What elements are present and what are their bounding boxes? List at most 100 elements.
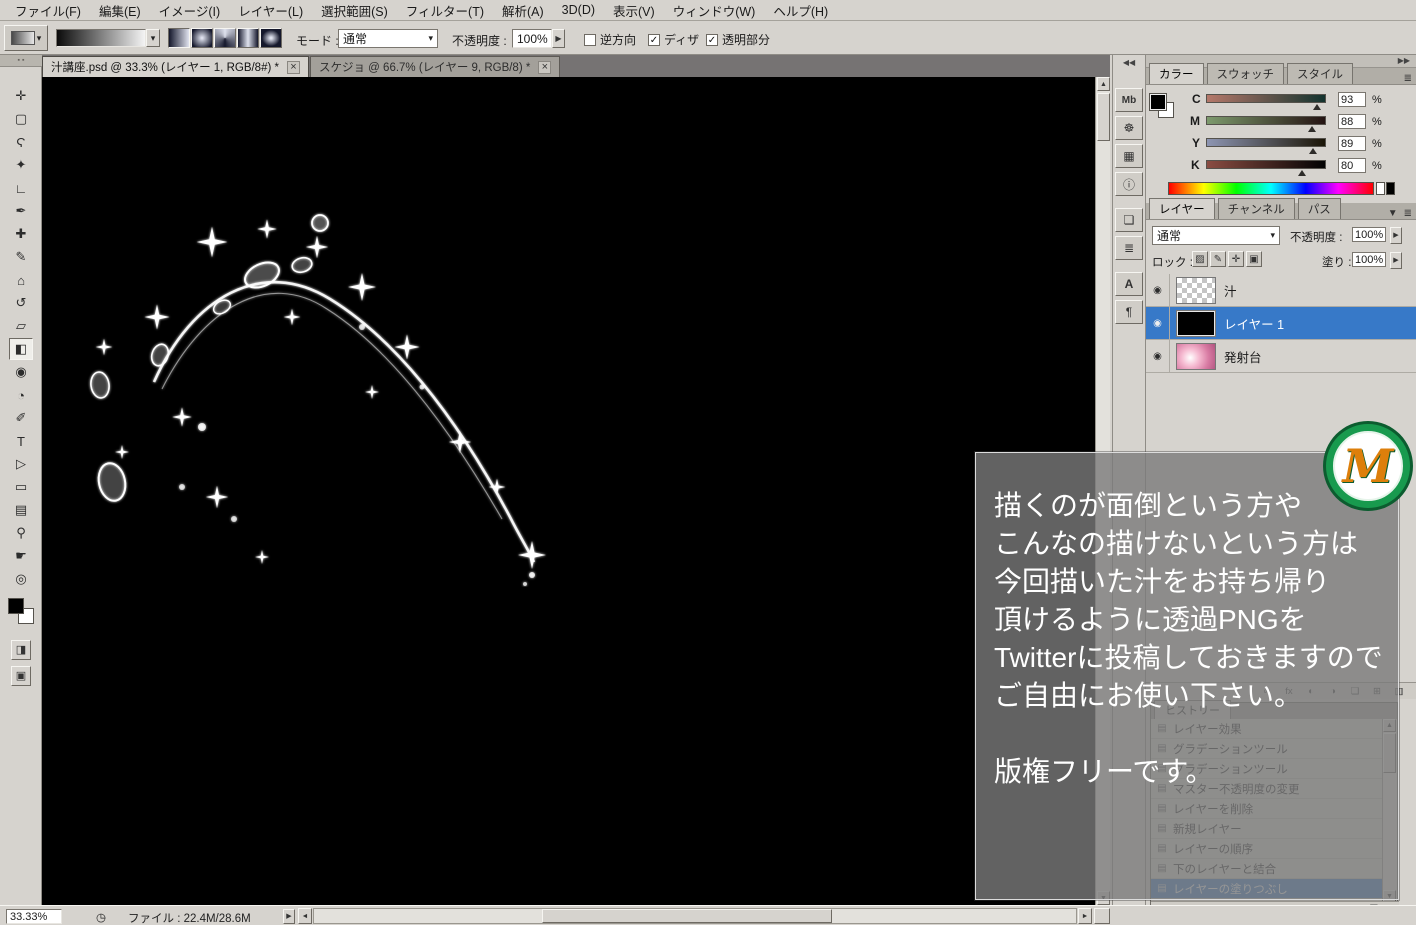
gradient-picker-arrow[interactable]: ▾ [146, 29, 160, 47]
path-selection-tool[interactable]: ▷ [9, 453, 33, 475]
mode-select[interactable]: 通常 ▾ [338, 29, 438, 48]
menu-layer[interactable]: レイヤー(L) [229, 0, 312, 22]
hand-tool[interactable]: ☛ [9, 545, 33, 567]
tab-paths[interactable]: パス [1298, 198, 1341, 219]
gradient-tool[interactable]: ◧ [9, 338, 33, 360]
zoom-level-field[interactable]: 33.33% [6, 909, 62, 924]
character-panel-button[interactable]: A [1115, 272, 1143, 296]
zoom-tool[interactable]: ⚲ [9, 522, 33, 544]
dodge-tool[interactable]: ◔ [9, 384, 33, 406]
black-slider-track[interactable] [1206, 160, 1326, 169]
layer-row-shiru[interactable]: ◉ 汁 [1146, 274, 1416, 307]
gradient-linear-button[interactable] [168, 28, 190, 48]
panel-menu-icon[interactable]: ≣ [1404, 73, 1412, 84]
scroll-left-button[interactable]: ◄ [298, 908, 312, 924]
layer-row-layer1[interactable]: ◉ レイヤー 1 [1146, 307, 1416, 340]
collapse-dock-button[interactable]: ▶▶ [1398, 56, 1410, 65]
layer-row-hasshadai[interactable]: ◉ 発射台 [1146, 340, 1416, 373]
magenta-value-field[interactable]: 88 [1338, 114, 1366, 129]
mini-bridge-button[interactable]: Mb [1115, 88, 1143, 112]
tab-styles[interactable]: スタイル [1287, 63, 1353, 84]
clone-stamp-tool[interactable]: ⌂ [9, 269, 33, 291]
spectrum-white-swatch[interactable] [1376, 182, 1385, 195]
blur-tool[interactable]: ◉ [9, 361, 33, 383]
layer-thumbnail[interactable] [1176, 277, 1216, 304]
reverse-checkbox[interactable] [584, 34, 596, 46]
note-tool[interactable]: ▤ [9, 499, 33, 521]
crop-tool[interactable]: ∟ [9, 177, 33, 199]
layer-comps-button[interactable]: ≣ [1115, 236, 1143, 260]
eraser-tool[interactable]: ▱ [9, 315, 33, 337]
tab-swatches[interactable]: スウォッチ [1207, 63, 1285, 84]
pen-tool[interactable]: ✐ [9, 407, 33, 429]
opacity-value-field[interactable]: 100% [512, 29, 552, 48]
vertical-scroll-thumb[interactable] [1097, 93, 1110, 141]
quick-mask-button[interactable]: ◨ [11, 640, 31, 660]
status-menu-arrow[interactable]: ▶ [283, 909, 295, 924]
healing-brush-tool[interactable]: ✚ [9, 223, 33, 245]
gradient-radial-button[interactable] [191, 28, 213, 48]
transparency-checkbox[interactable]: ✓ [706, 34, 718, 46]
info-button[interactable]: ⓘ [1115, 172, 1143, 196]
history-brush-tool[interactable]: ↺ [9, 292, 33, 314]
visibility-toggle[interactable]: ◉ [1146, 274, 1170, 307]
lock-transparency-button[interactable]: ▨ [1192, 251, 1208, 267]
menu-help[interactable]: ヘルプ(H) [764, 0, 837, 22]
fill-spinner[interactable]: ▶ [1390, 252, 1402, 269]
panel-minimize-icon[interactable]: ▼ [1388, 208, 1398, 219]
lock-pixels-button[interactable]: ✎ [1210, 251, 1226, 267]
opacity-spinner[interactable]: ▶ [552, 29, 565, 48]
tab-layers[interactable]: レイヤー [1149, 198, 1215, 219]
layer-thumbnail[interactable] [1176, 343, 1216, 370]
expand-dock-button[interactable]: ◀◀ [1114, 58, 1144, 70]
menu-edit[interactable]: 編集(E) [90, 0, 150, 22]
blend-mode-select[interactable]: 通常 ▾ [1152, 226, 1280, 245]
menu-select[interactable]: 選択範囲(S) [312, 0, 397, 22]
tab-channels[interactable]: チャンネル [1218, 198, 1295, 219]
menu-analysis[interactable]: 解析(A) [493, 0, 553, 22]
toolbar-grip[interactable]: ▪ ▪ [0, 55, 42, 67]
close-icon[interactable]: × [287, 61, 300, 74]
visibility-toggle[interactable]: ◉ [1146, 340, 1170, 373]
tab-color[interactable]: カラー [1149, 63, 1204, 84]
quick-selection-tool[interactable]: ✦ [9, 154, 33, 176]
scroll-right-button[interactable]: ► [1078, 908, 1092, 924]
reverse-checkbox-row[interactable]: 逆方向 [584, 31, 636, 48]
panel-menu-icon[interactable]: ≣ [1404, 208, 1412, 219]
document-canvas[interactable] [42, 77, 1095, 905]
gradient-angle-button[interactable] [214, 28, 236, 48]
marquee-tool[interactable]: ▢ [9, 108, 33, 130]
magenta-slider-track[interactable] [1206, 116, 1326, 125]
horizontal-scroll-thumb[interactable] [542, 909, 832, 923]
black-value-field[interactable]: 80 [1338, 158, 1366, 173]
fill-value-field[interactable]: 100% [1352, 252, 1386, 267]
rotate-view-tool[interactable]: ◎ [9, 568, 33, 590]
black-slider-handle[interactable] [1298, 170, 1306, 176]
menu-window[interactable]: ウィンドウ(W) [664, 0, 765, 22]
foreground-color-swatch[interactable] [8, 598, 24, 614]
lock-position-button[interactable]: ✛ [1228, 251, 1244, 267]
brush-tool[interactable]: ✎ [9, 246, 33, 268]
canvas-horizontal-scrollbar[interactable] [313, 908, 1077, 924]
tool-preset-picker[interactable]: ▾ [4, 25, 48, 51]
layers-opacity-spinner[interactable]: ▶ [1390, 227, 1402, 244]
eyedropper-tool[interactable]: ✒ [9, 200, 33, 222]
yellow-slider-handle[interactable] [1309, 148, 1317, 154]
paragraph-panel-button[interactable]: ¶ [1115, 300, 1143, 324]
dither-checkbox[interactable]: ✓ [648, 34, 660, 46]
cyan-slider-handle[interactable] [1313, 104, 1321, 110]
close-icon[interactable]: × [538, 61, 551, 74]
menu-3d[interactable]: 3D(D) [553, 1, 604, 19]
lock-all-button[interactable]: ▣ [1246, 251, 1262, 267]
gradient-diamond-button[interactable] [260, 28, 282, 48]
type-tool[interactable]: T [9, 430, 33, 452]
scroll-up-button[interactable]: ▲ [1097, 77, 1110, 91]
gradient-preview[interactable] [56, 29, 146, 47]
screen-mode-button[interactable]: ▣ [11, 666, 31, 686]
menu-view[interactable]: 表示(V) [604, 0, 664, 22]
navigator-button[interactable]: ☸ [1115, 116, 1143, 140]
yellow-slider-track[interactable] [1206, 138, 1326, 147]
histogram-button[interactable]: ▦ [1115, 144, 1143, 168]
menu-image[interactable]: イメージ(I) [150, 0, 230, 22]
visibility-toggle[interactable]: ◉ [1146, 307, 1170, 340]
